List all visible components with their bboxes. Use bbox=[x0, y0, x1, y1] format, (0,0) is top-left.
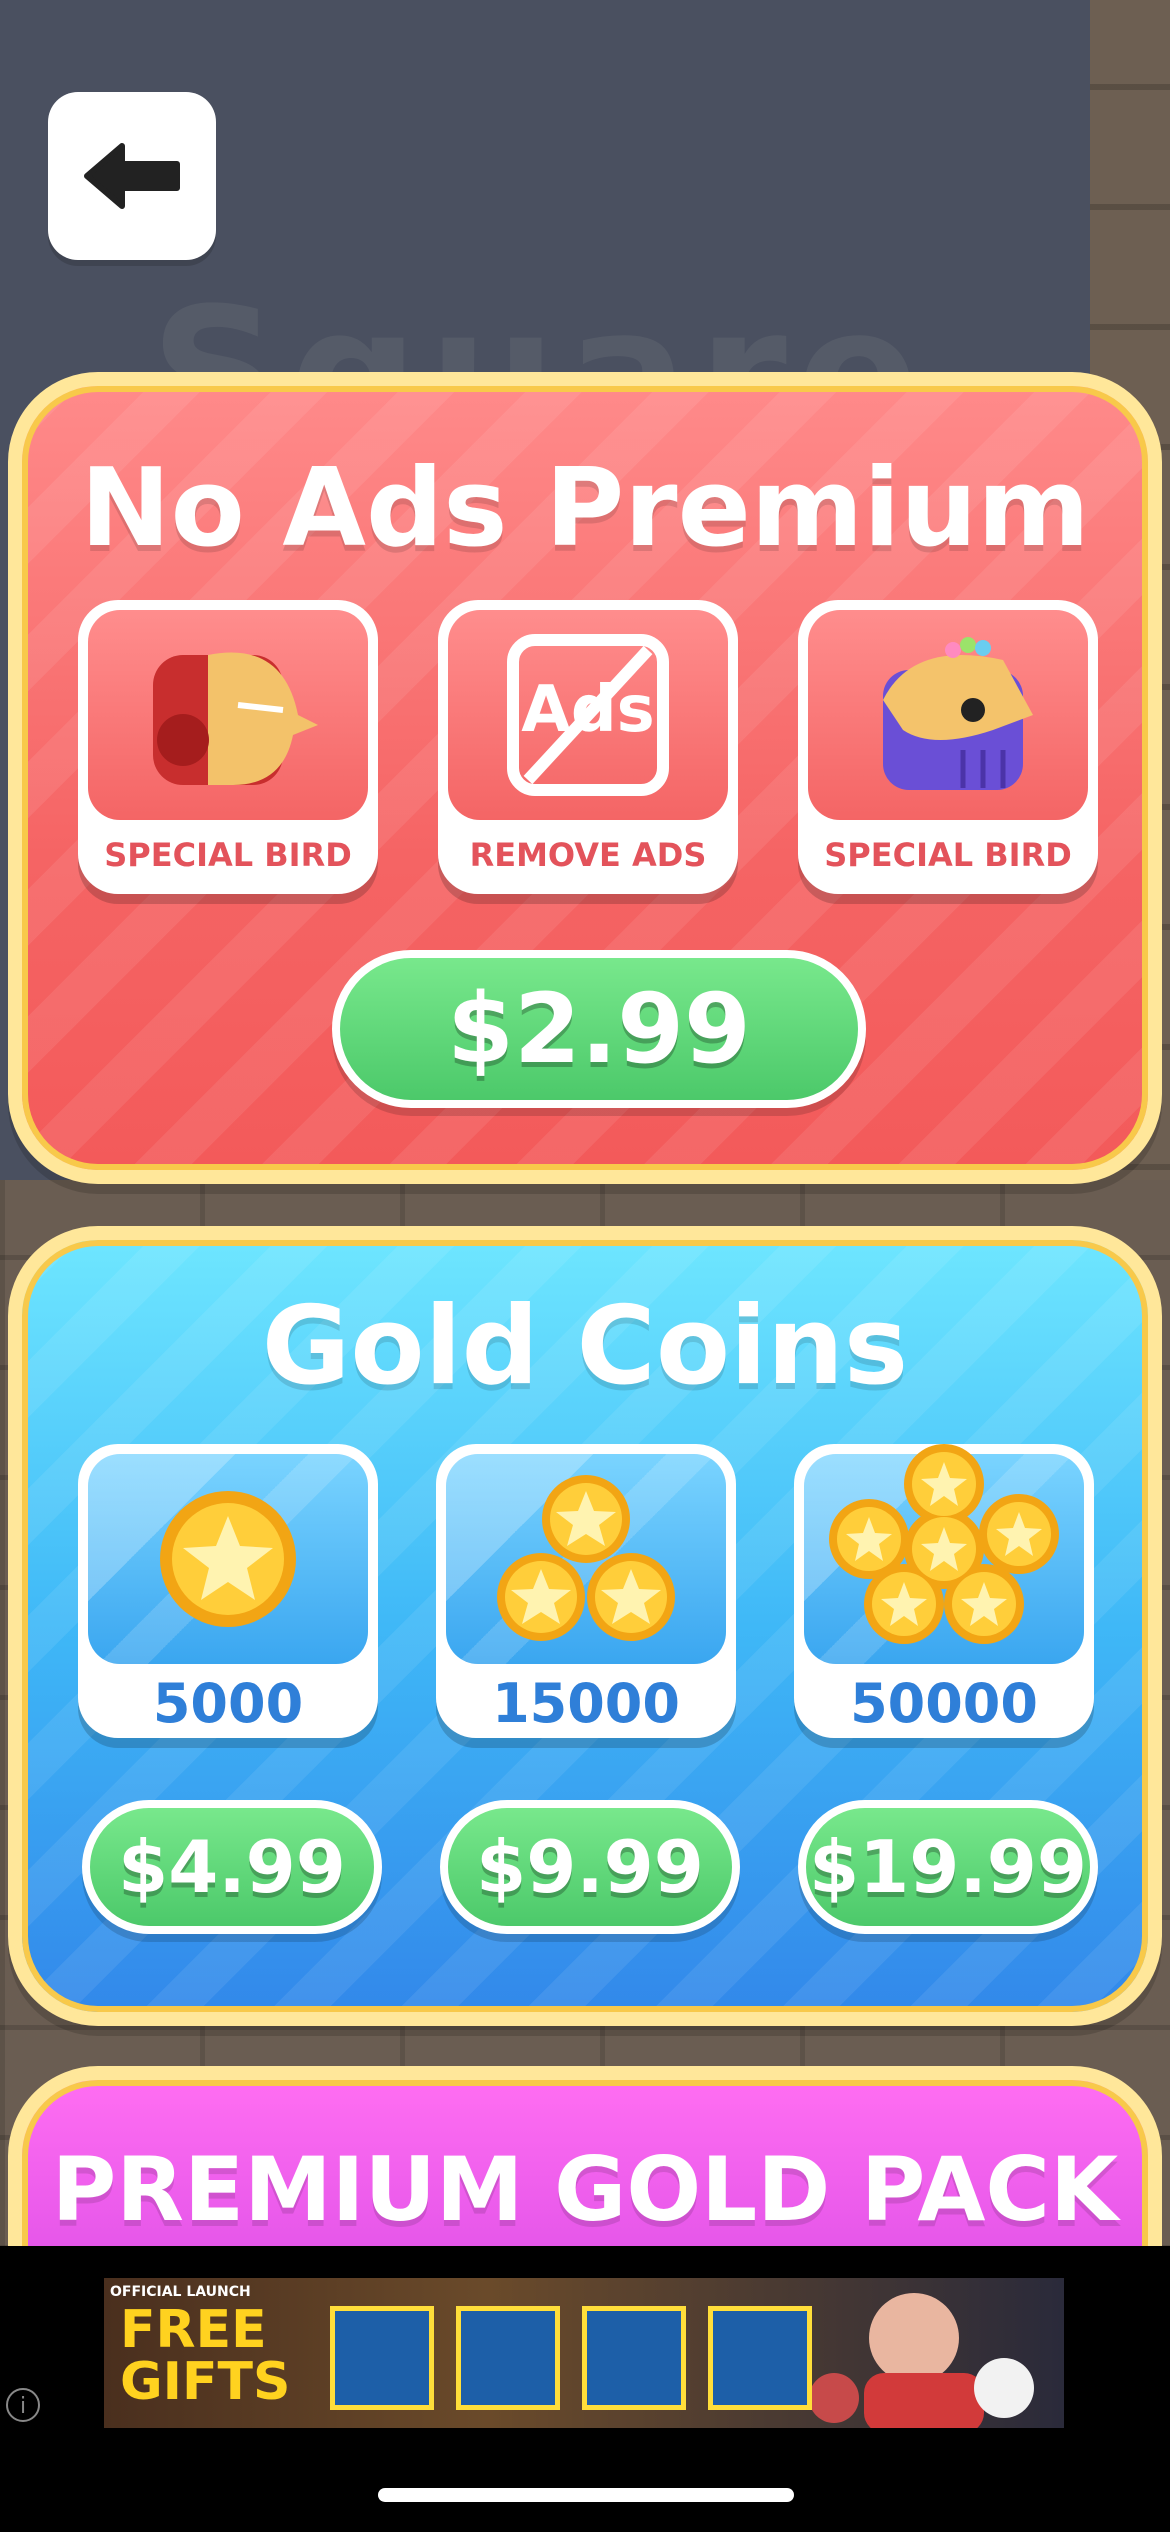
arrow-left-icon bbox=[84, 143, 180, 209]
coin-pile-icon bbox=[829, 1444, 1059, 1644]
special-bird-tile-1: SPECIAL BIRD bbox=[78, 600, 378, 894]
coin-pack-tile-3: 50000 bbox=[794, 1444, 1094, 1738]
coin-pack-amount-3: 50000 bbox=[850, 1672, 1038, 1735]
coin-pack-amount-2: 15000 bbox=[492, 1672, 680, 1735]
coin-pack-buy-button-1[interactable]: $4.99 bbox=[82, 1800, 382, 1934]
coin-pack-tile-1: 5000 bbox=[78, 1444, 378, 1738]
ad-headline: FREE GIFTS bbox=[120, 2304, 290, 2408]
remove-ads-tile: Ads REMOVE ADS bbox=[438, 600, 738, 894]
ad-headline-line-1: FREE bbox=[120, 2300, 267, 2360]
coin-pack-buy-button-2[interactable]: $9.99 bbox=[440, 1800, 740, 1934]
ad-character-art bbox=[809, 2293, 1034, 2428]
gold-coins-title: Gold Coins bbox=[261, 1284, 909, 1409]
coin-pack-amount-1: 5000 bbox=[152, 1672, 304, 1735]
info-icon[interactable]: i bbox=[6, 2388, 40, 2422]
ad-tagline: OFFICIAL LAUNCH bbox=[110, 2284, 251, 2300]
home-indicator bbox=[378, 2488, 794, 2502]
ad-item-chest bbox=[456, 2306, 560, 2410]
special-bird-label-1: SPECIAL BIRD bbox=[104, 836, 352, 874]
ad-headline-line-2: GIFTS bbox=[120, 2352, 291, 2412]
coin-pack-buy-button-3[interactable]: $19.99 bbox=[798, 1800, 1098, 1934]
remove-ads-label: REMOVE ADS bbox=[469, 836, 707, 874]
coin-pack-tile-2: 15000 bbox=[436, 1444, 736, 1738]
special-bird-label-2: SPECIAL BIRD bbox=[824, 836, 1072, 874]
iron-bird-icon bbox=[153, 652, 318, 785]
three-coins-icon bbox=[497, 1475, 675, 1641]
no-ads-buy-button[interactable]: $2.99 bbox=[332, 950, 866, 1108]
no-ads-title: No Ads Premium bbox=[80, 446, 1090, 571]
ad-item-vest bbox=[582, 2306, 686, 2410]
ad-item-robot bbox=[708, 2306, 812, 2410]
premium-gold-pack-title: PREMIUM GOLD PACK bbox=[51, 2138, 1119, 2241]
single-coin-icon bbox=[160, 1491, 296, 1627]
special-bird-tile-2: SPECIAL BIRD bbox=[798, 600, 1098, 894]
purple-bird-icon bbox=[883, 637, 1033, 790]
no-ads-icon-text: Ads bbox=[521, 673, 655, 747]
gold-coins-panel: Gold Coins 5000 15000 50000 $4.99 $9.99 … bbox=[8, 1226, 1162, 2026]
ad-item-rifle bbox=[330, 2306, 434, 2410]
back-button[interactable] bbox=[48, 92, 216, 260]
no-ads-panel: No Ads Premium SPECIAL BIRD Ads REMOVE A… bbox=[8, 372, 1162, 1184]
